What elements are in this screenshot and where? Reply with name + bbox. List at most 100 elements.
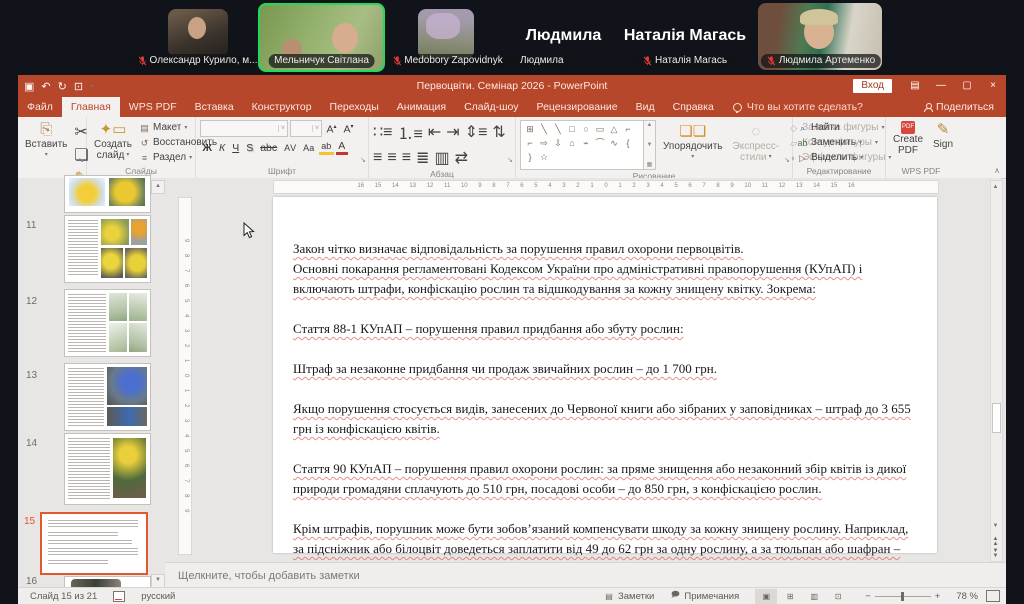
character-spacing-button[interactable]: АV bbox=[282, 141, 299, 155]
restore-button[interactable]: ▢ bbox=[954, 75, 980, 97]
language-status[interactable]: русский bbox=[133, 591, 183, 602]
numbering-icon[interactable]: ⒈≡ bbox=[398, 120, 423, 144]
change-case-button[interactable]: Аа bbox=[301, 141, 317, 155]
find-button[interactable]: ⌕Найти bbox=[797, 122, 863, 134]
scrollbar-thumb[interactable] bbox=[992, 403, 1001, 433]
decrease-indent-icon[interactable]: ⇤ bbox=[428, 122, 441, 142]
shape-textbox-icon[interactable]: ⊞ bbox=[523, 122, 537, 136]
line-spacing-icon[interactable]: ⇕≡ bbox=[465, 122, 488, 142]
slide-thumbnail-14[interactable] bbox=[65, 434, 150, 504]
slide-thumbnail-10-partial[interactable] bbox=[65, 176, 150, 212]
align-right-icon[interactable]: ≡ bbox=[402, 149, 411, 167]
increase-font-size-button[interactable]: А▴ bbox=[324, 120, 339, 137]
thumbnail-pane-scrollbar[interactable]: ▲ ▼ bbox=[150, 178, 164, 588]
shape-curve-icon[interactable]: ∿ bbox=[607, 136, 621, 150]
close-button[interactable]: × bbox=[980, 75, 1006, 97]
slide-text-box[interactable]: Закон чітко визначає відповідальність за… bbox=[293, 239, 917, 579]
shape-pentagon-icon[interactable]: ⌂ bbox=[565, 136, 579, 150]
thumbnail-scroll-down-icon[interactable]: ▼ bbox=[151, 574, 165, 588]
strikethrough-button[interactable]: abc bbox=[258, 141, 280, 155]
columns-icon[interactable]: ▥ bbox=[434, 148, 449, 168]
normal-view-button[interactable]: ▣ bbox=[755, 589, 777, 604]
tab-wps-pdf[interactable]: WPS PDF bbox=[120, 97, 186, 117]
tab-file[interactable]: Файл bbox=[18, 97, 62, 117]
gallery-more-icon[interactable]: ▦ bbox=[647, 161, 653, 168]
align-center-icon[interactable]: ≡ bbox=[387, 149, 396, 167]
smartart-convert-icon[interactable]: ⇄ bbox=[455, 148, 468, 168]
shape-arrow-right-icon[interactable]: ⇨ bbox=[537, 136, 551, 150]
font-size-select[interactable]: ˅ bbox=[290, 120, 322, 137]
minimize-button[interactable]: — bbox=[928, 75, 954, 97]
slideshow-view-button[interactable]: ⊡ bbox=[827, 589, 849, 604]
shape-arc-icon[interactable]: ⌒ bbox=[593, 136, 607, 150]
create-pdf-button[interactable]: PDF Create PDF bbox=[890, 120, 926, 165]
arrange-button[interactable]: ❏❏ Упорядочить ▾ bbox=[660, 120, 726, 170]
tab-design[interactable]: Конструктор bbox=[243, 97, 321, 117]
highlight-color-button[interactable]: ab bbox=[319, 141, 334, 155]
vertical-scrollbar[interactable]: ▲ ▼ ▲▲ ▼▼ bbox=[990, 180, 1003, 562]
slide-canvas[interactable]: Закон чітко визначає відповідальність за… bbox=[273, 197, 937, 553]
zoom-in-icon[interactable]: + bbox=[935, 591, 941, 602]
scroll-down-icon[interactable]: ▼ bbox=[647, 142, 653, 148]
replace-button[interactable]: abЗаменить▾ bbox=[797, 137, 863, 149]
text-shadow-button[interactable]: S bbox=[244, 141, 256, 155]
shape-ellipse-icon[interactable]: ○ bbox=[579, 122, 593, 136]
shape-triangle-icon[interactable]: △ bbox=[607, 122, 621, 136]
participant-tile-no-video[interactable]: Людмила Людмила bbox=[512, 3, 615, 72]
shape-arrow-line-icon[interactable]: ╲ bbox=[551, 122, 565, 136]
notes-toggle[interactable]: ▤ Заметки bbox=[596, 589, 662, 604]
notes-pane[interactable]: Щелкните, чтобы добавить заметки bbox=[165, 562, 1006, 588]
tab-transitions[interactable]: Переходы bbox=[321, 97, 388, 117]
font-name-select[interactable]: ˅ bbox=[200, 120, 288, 137]
tab-help[interactable]: Справка bbox=[664, 97, 723, 117]
scroll-down-icon[interactable]: ▼ bbox=[991, 521, 1000, 531]
shape-brace-right-icon[interactable]: } bbox=[523, 150, 537, 164]
shape-brace-left-icon[interactable]: { bbox=[621, 136, 635, 150]
tab-view[interactable]: Вид bbox=[627, 97, 664, 117]
participant-tile[interactable]: Людмила Артеменко bbox=[758, 3, 884, 72]
share-button[interactable]: Поделиться bbox=[912, 97, 1006, 117]
shape-rectangle-icon[interactable]: □ bbox=[565, 122, 579, 136]
tab-animations[interactable]: Анимация bbox=[388, 97, 455, 117]
fit-slide-to-window-button[interactable] bbox=[986, 590, 1000, 602]
font-color-button[interactable]: А bbox=[336, 141, 348, 155]
slide-sorter-view-button[interactable]: ⊞ bbox=[779, 589, 801, 604]
tab-insert[interactable]: Вставка bbox=[186, 97, 243, 117]
slide-thumbnail-15-selected[interactable] bbox=[40, 512, 148, 575]
text-direction-icon[interactable]: ⇅ bbox=[492, 122, 505, 142]
shapes-gallery-box[interactable]: ⊞╲╲□○▭ △⌐⌐⇨⇩⌂ ⌁⌒∿{}☆ bbox=[520, 120, 644, 170]
scroll-up-icon[interactable]: ▲ bbox=[991, 182, 1000, 192]
slide-thumbnail-13[interactable] bbox=[65, 364, 150, 430]
justify-icon[interactable]: ≣ bbox=[416, 148, 429, 168]
select-button[interactable]: ▷Выделить▾ bbox=[797, 152, 863, 164]
zoom-slider-thumb[interactable] bbox=[901, 592, 904, 601]
quick-styles-button[interactable]: ◌ Экспресс- стили▾ bbox=[730, 120, 783, 170]
ribbon-display-options-icon[interactable]: ▤ bbox=[902, 75, 928, 97]
shape-rounded-rect-icon[interactable]: ▭ bbox=[593, 122, 607, 136]
shape-elbow-arrow-icon[interactable]: ⌐ bbox=[523, 136, 537, 150]
new-slide-button[interactable]: ✦▭ Создать слайд▾ bbox=[91, 120, 135, 165]
tell-me-search[interactable]: Что вы хотите сделать? bbox=[723, 97, 873, 117]
comments-toggle[interactable]: 🗩 Примечания bbox=[662, 589, 747, 604]
underline-button[interactable]: Ч bbox=[230, 141, 242, 155]
shapes-gallery-scroll[interactable]: ▲ ▼ ▦ bbox=[644, 120, 656, 170]
shape-line-icon[interactable]: ╲ bbox=[537, 122, 551, 136]
slide-thumbnail-11[interactable] bbox=[65, 216, 150, 282]
bullets-icon[interactable]: ∷≡ bbox=[373, 122, 393, 142]
shapes-gallery[interactable]: ⊞╲╲□○▭ △⌐⌐⇨⇩⌂ ⌁⌒∿{}☆ ▲ ▼ ▦ bbox=[520, 120, 656, 170]
tab-home[interactable]: Главная bbox=[62, 97, 120, 117]
decrease-font-size-button[interactable]: А▾ bbox=[341, 120, 356, 137]
align-left-icon[interactable]: ≡ bbox=[373, 149, 382, 167]
participant-tile[interactable]: Олександр Курило, м... bbox=[137, 3, 258, 72]
spellcheck-status[interactable] bbox=[105, 591, 133, 602]
sign-button[interactable]: ✎ Sign bbox=[930, 120, 956, 165]
next-slide-button[interactable]: ▼▼ bbox=[991, 549, 1000, 559]
tab-slideshow[interactable]: Слайд-шоу bbox=[455, 97, 527, 117]
bold-button[interactable]: Ж bbox=[200, 141, 215, 155]
clipboard-dialog-launcher-icon[interactable]: ↘ bbox=[78, 156, 84, 164]
slide-thumbnail-12[interactable] bbox=[65, 290, 150, 356]
drawing-dialog-launcher-icon[interactable]: ↘ bbox=[784, 156, 790, 164]
thumbnail-scroll-up-icon[interactable]: ▲ bbox=[151, 180, 165, 194]
participant-tile-no-video[interactable]: Наталія Магась Наталія Магась bbox=[615, 3, 755, 72]
shape-star-icon[interactable]: ☆ bbox=[537, 150, 551, 164]
